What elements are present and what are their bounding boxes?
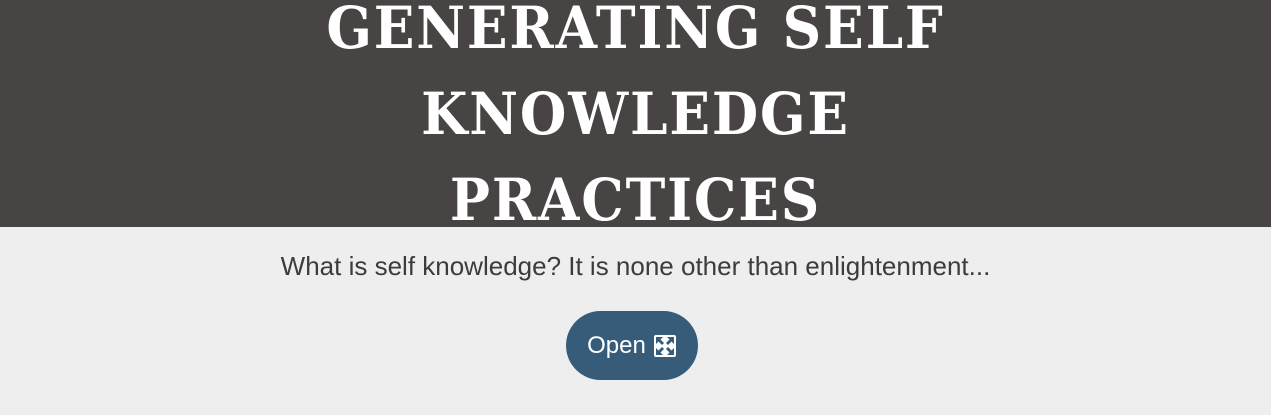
main-content: What is self knowledge? It is none other…	[0, 227, 1271, 415]
page: GENERATING SELF KNOWLEDGE PRACTICES What…	[0, 0, 1271, 415]
subtitle-text: What is self knowledge? It is none other…	[280, 251, 991, 281]
page-title-line-1: GENERATING SELF KNOWLEDGE	[326, 0, 945, 148]
expand-icon	[653, 334, 677, 358]
page-title: GENERATING SELF KNOWLEDGE PRACTICES	[51, 0, 1220, 243]
open-button-label: Open	[587, 331, 646, 359]
header-banner: GENERATING SELF KNOWLEDGE PRACTICES	[0, 0, 1271, 234]
page-title-line-2: PRACTICES	[449, 165, 822, 234]
open-button[interactable]: Open	[566, 311, 698, 380]
